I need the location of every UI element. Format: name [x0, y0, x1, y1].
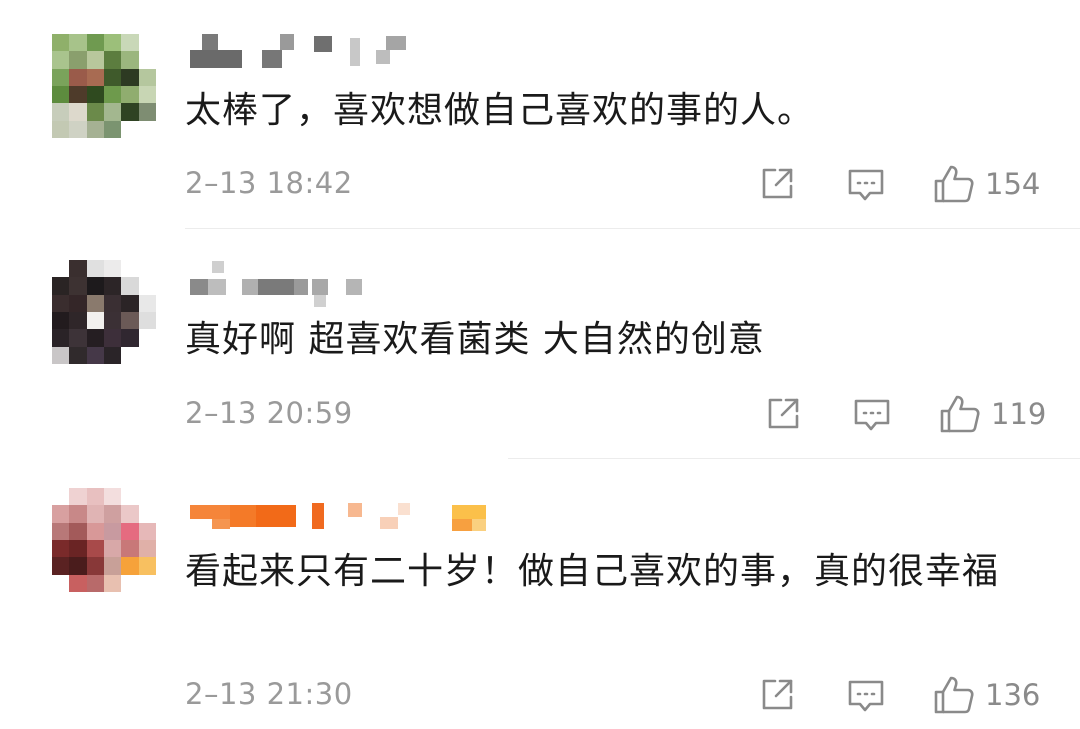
thumbs-up-icon — [934, 165, 974, 203]
reply-comment-icon — [854, 399, 890, 431]
comment-item: 真好啊 超喜欢看菌类 大自然的创意 2–13 20:59 119 — [0, 229, 1080, 459]
username[interactable] — [190, 261, 380, 307]
like-count: 136 — [985, 678, 1041, 712]
comment-timestamp: 2–13 18:42 — [185, 166, 353, 200]
like-button[interactable]: 154 — [933, 163, 1040, 205]
avatar[interactable] — [52, 34, 156, 138]
comment-timestamp: 2–13 20:59 — [185, 396, 353, 430]
share-icon — [768, 398, 799, 429]
like-count: 119 — [991, 397, 1047, 431]
share-icon — [762, 679, 793, 710]
reply-button[interactable] — [846, 677, 886, 715]
thumbs-up-icon — [934, 676, 974, 714]
comment-text: 真好啊 超喜欢看菌类 大自然的创意 — [185, 319, 765, 360]
reply-button[interactable] — [846, 166, 886, 204]
share-button[interactable] — [764, 395, 802, 433]
username[interactable] — [190, 34, 430, 70]
share-button[interactable] — [758, 676, 796, 714]
like-button[interactable]: 119 — [939, 393, 1046, 435]
avatar[interactable] — [52, 260, 156, 364]
thumbs-up-icon — [940, 395, 980, 433]
username[interactable] — [190, 497, 490, 533]
share-icon — [762, 168, 793, 199]
comment-item: 看起来只有二十岁！做自己喜欢的事，真的很幸福 2–13 21:30 136 — [0, 459, 1080, 729]
reply-comment-icon — [848, 169, 884, 201]
reply-comment-icon — [848, 680, 884, 712]
comment-item: 太棒了，喜欢想做自己喜欢的事的人。 2–13 18:42 154 — [0, 0, 1080, 229]
avatar[interactable] — [52, 488, 156, 592]
like-button[interactable]: 136 — [933, 674, 1040, 716]
comment-text: 太棒了，喜欢想做自己喜欢的事的人。 — [185, 90, 815, 131]
share-button[interactable] — [758, 165, 796, 203]
comment-timestamp: 2–13 21:30 — [185, 677, 353, 711]
like-count: 154 — [985, 167, 1041, 201]
reply-button[interactable] — [852, 396, 892, 434]
comment-text: 看起来只有二十岁！做自己喜欢的事，真的很幸福 — [185, 551, 1000, 592]
